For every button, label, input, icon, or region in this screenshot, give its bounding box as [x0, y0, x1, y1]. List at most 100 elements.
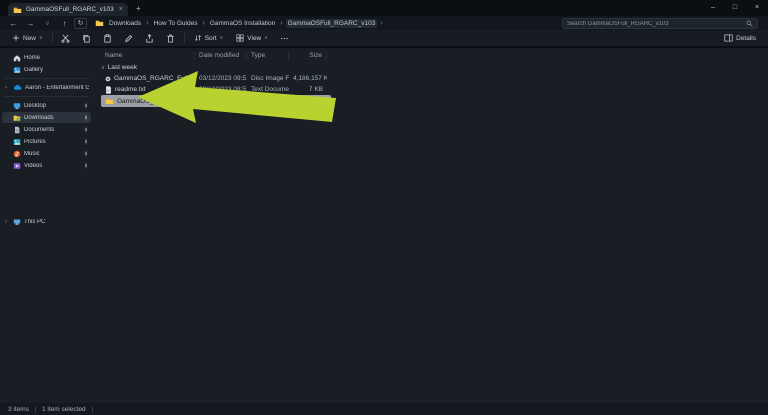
search-input[interactable]: [567, 20, 746, 27]
column-header-type[interactable]: Type: [247, 52, 289, 60]
sidebar-divider: [4, 96, 89, 97]
view-button[interactable]: View ∨: [232, 32, 272, 45]
main-content: Home Gallery › Aaron - Entertainment Gad…: [0, 48, 768, 403]
clipboard-icon: [104, 33, 111, 43]
sidebar-item-home[interactable]: Home: [2, 52, 91, 63]
maximize-button[interactable]: □: [724, 0, 746, 15]
sidebar-item-label: Videos: [24, 162, 43, 169]
downloads-icon: [13, 115, 21, 121]
location-folder-icon: [95, 20, 104, 26]
tab-title: GammaOSFull_RGARC_v103: [26, 6, 114, 13]
forward-icon[interactable]: →: [23, 17, 38, 29]
sidebar-item-label: Documents: [24, 126, 55, 133]
sidebar-item-onedrive[interactable]: › Aaron - Entertainment Gadgets LTD: [2, 82, 91, 93]
file-row-readme[interactable]: readme.txt 03/12/2023 08:51 Text Documen…: [101, 84, 331, 95]
search-box: [562, 18, 758, 29]
column-header-size[interactable]: Size: [289, 52, 327, 60]
desktop-icon: [13, 102, 21, 109]
sort-button[interactable]: Sort ∨: [190, 32, 228, 45]
refresh-icon[interactable]: ↻: [74, 17, 87, 29]
copy-button[interactable]: [79, 32, 95, 45]
home-icon: [13, 54, 21, 61]
chevron-right-icon: ›: [202, 19, 205, 27]
documents-icon: [15, 126, 20, 133]
pin-icon: [84, 151, 88, 156]
command-toolbar: New ∨ Sort ∨ View ∨ Details: [0, 30, 768, 47]
group-header-last-week[interactable]: ∨ Last week: [101, 62, 768, 73]
expand-chevron-icon[interactable]: ›: [5, 85, 10, 91]
paste-button[interactable]: [100, 32, 116, 45]
chevron-down-icon: ∨: [264, 35, 268, 41]
up-icon[interactable]: ↑: [57, 17, 72, 29]
file-row-gammaos-folder-selected[interactable]: GammaOS_v103: [101, 95, 331, 107]
chevron-down-icon: ∨: [101, 64, 105, 71]
navigation-bar: ← → ∨ ↑ ↻ Downloads › How To Guides › Ga…: [0, 16, 768, 30]
minimize-button[interactable]: –: [702, 0, 724, 15]
copy-icon: [83, 34, 90, 43]
sidebar-item-this-pc[interactable]: › This PC: [2, 216, 91, 227]
view-button-label: View: [247, 34, 262, 42]
sort-icon: [194, 35, 201, 41]
sidebar-item-label: Desktop: [24, 102, 47, 109]
sidebar-item-videos[interactable]: Videos: [2, 160, 91, 171]
sidebar-item-documents[interactable]: Documents: [2, 124, 91, 135]
breadcrumb: Downloads › How To Guides › GammaOS Inst…: [95, 18, 383, 28]
expand-chevron-icon[interactable]: ›: [5, 219, 10, 225]
pin-icon: [84, 115, 88, 120]
toolbar-divider: [183, 33, 185, 43]
file-name: GammaOS_v103: [117, 97, 168, 105]
back-icon[interactable]: ←: [6, 17, 21, 29]
sidebar: Home Gallery › Aaron - Entertainment Gad…: [0, 48, 93, 403]
sidebar-item-downloads[interactable]: Downloads: [2, 112, 91, 123]
sidebar-item-music[interactable]: Music: [2, 148, 91, 159]
breadcrumb-item-current-folder[interactable]: GammaOSFull_RGARC_v103: [285, 18, 378, 28]
delete-button[interactable]: [163, 32, 179, 45]
plus-icon: [13, 35, 19, 41]
new-button-label: New: [23, 34, 37, 42]
sidebar-item-gallery[interactable]: Gallery: [2, 64, 91, 75]
more-options-button[interactable]: [277, 32, 293, 45]
sidebar-item-desktop[interactable]: Desktop: [2, 100, 91, 111]
share-button[interactable]: [142, 32, 158, 45]
onedrive-cloud-icon: [13, 84, 22, 90]
view-grid-icon: [236, 34, 244, 42]
folder-icon: [13, 7, 22, 13]
search-icon: [746, 20, 753, 27]
cut-button[interactable]: [58, 32, 74, 45]
details-button[interactable]: Details: [720, 32, 760, 45]
file-size: 7 KB: [308, 86, 323, 93]
recent-locations-icon[interactable]: ∨: [40, 17, 55, 29]
folder-icon: [105, 98, 114, 104]
sidebar-item-pictures[interactable]: Pictures: [2, 136, 91, 147]
pin-icon: [84, 163, 88, 168]
chevron-down-icon: ∨: [219, 35, 224, 41]
sidebar-item-label: Downloads: [24, 114, 54, 121]
breadcrumb-item-downloads[interactable]: Downloads: [107, 19, 143, 28]
tab-close-icon[interactable]: ×: [119, 6, 123, 13]
status-bar: 3 items 1 item selected: [0, 403, 768, 415]
chevron-right-icon: ›: [380, 19, 383, 27]
share-icon: [146, 33, 153, 43]
group-label: Last week: [107, 64, 137, 71]
rename-button[interactable]: [121, 32, 137, 45]
selection-count: 1 item selected: [41, 405, 86, 413]
pictures-icon: [13, 138, 21, 145]
breadcrumb-item-gammaos-installation[interactable]: GammaOS Installation: [208, 19, 277, 28]
file-row-disc-image[interactable]: GammaOS_RGARC_Full_v103.img 03/12/2023 0…: [101, 73, 331, 84]
column-header-date-modified[interactable]: Date modified: [195, 52, 247, 60]
status-divider: [91, 405, 93, 413]
close-button[interactable]: ×: [746, 0, 768, 15]
file-type: Disc Image File: [251, 75, 289, 82]
details-button-label: Details: [736, 34, 756, 42]
disc-image-icon: [105, 76, 111, 81]
sidebar-item-label: Aaron - Entertainment Gadgets LTD: [25, 84, 89, 91]
sort-button-label: Sort: [204, 34, 217, 42]
new-tab-button[interactable]: +: [136, 4, 141, 13]
scissors-icon: [61, 34, 70, 43]
column-header-name[interactable]: Name: [101, 52, 195, 60]
breadcrumb-item-how-to-guides[interactable]: How To Guides: [152, 19, 200, 28]
new-button[interactable]: New ∨: [8, 32, 47, 45]
file-name: GammaOS_RGARC_Full_v103.img: [113, 75, 191, 82]
explorer-tab[interactable]: GammaOSFull_RGARC_v103 ×: [8, 3, 128, 16]
sidebar-item-label: Gallery: [24, 66, 44, 73]
